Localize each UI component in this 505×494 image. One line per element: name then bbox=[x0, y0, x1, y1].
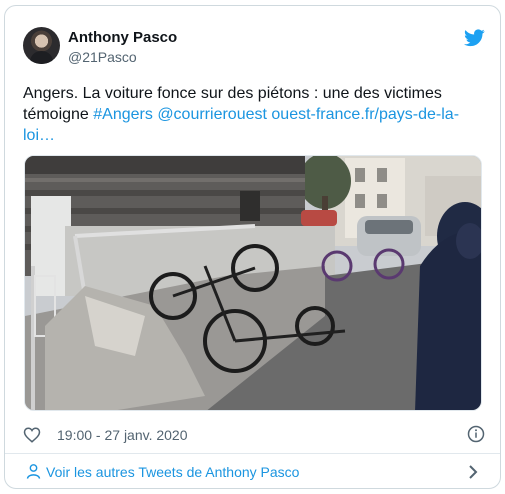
hashtag-link[interactable]: #Angers bbox=[93, 106, 153, 123]
tweet-timestamp[interactable]: 19:00 - 27 janv. 2020 bbox=[57, 427, 188, 443]
tweet-meta: 19:00 - 27 janv. 2020 bbox=[23, 424, 485, 446]
tweet-photo[interactable] bbox=[24, 155, 482, 411]
author-handle[interactable]: @21Pasco bbox=[68, 49, 137, 65]
tweet-text: Angers. La voiture fonce sur des piétons… bbox=[23, 83, 485, 146]
user-icon bbox=[26, 464, 41, 479]
author-name[interactable]: Anthony Pasco bbox=[68, 29, 177, 46]
info-icon[interactable] bbox=[467, 425, 485, 443]
more-tweets-link[interactable]: Voir les autres Tweets de Anthony Pasco bbox=[5, 454, 500, 489]
avatar[interactable] bbox=[23, 27, 60, 64]
chevron-right-icon bbox=[469, 465, 478, 479]
twitter-bird-icon[interactable] bbox=[464, 29, 485, 47]
mention-link[interactable]: @courrierouest bbox=[157, 106, 267, 123]
more-tweets-label[interactable]: Voir les autres Tweets de Anthony Pasco bbox=[46, 464, 299, 480]
tweet-header: Anthony Pasco @21Pasco bbox=[23, 27, 485, 67]
heart-icon[interactable] bbox=[23, 426, 41, 444]
tweet-card: Anthony Pasco @21Pasco Angers. La voitur… bbox=[4, 5, 501, 489]
